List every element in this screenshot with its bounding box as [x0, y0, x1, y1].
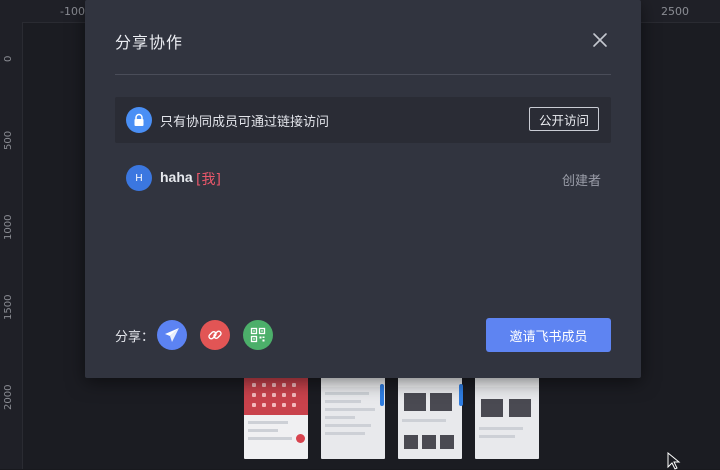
- artboard-thumbnail[interactable]: [244, 377, 308, 459]
- link-access-bar: 只有协同成员可通过链接访问 公开访问: [115, 97, 611, 143]
- mouse-cursor-icon: [667, 452, 681, 470]
- share-label: 分享：: [115, 330, 155, 345]
- qr-code-icon[interactable]: [243, 320, 273, 350]
- member-role: 创建者: [561, 174, 601, 189]
- paper-plane-icon[interactable]: [157, 320, 187, 350]
- access-description: 只有协同成员可通过链接访问: [160, 115, 330, 130]
- selection-marker: [459, 384, 463, 406]
- vertical-ruler: 0 500 1000 1500 2000: [0, 22, 23, 469]
- ruler-label: 0: [3, 55, 14, 62]
- dialog-title: 分享协作: [115, 33, 184, 52]
- avatar: H: [126, 165, 152, 191]
- ruler-label: 500: [3, 130, 14, 150]
- invite-lark-members-button[interactable]: 邀请飞书成员: [486, 318, 611, 352]
- title-divider: [115, 74, 611, 75]
- artboard-thumbnail[interactable]: [475, 377, 539, 459]
- artboard-thumbnail[interactable]: [398, 377, 462, 459]
- member-name: haha: [160, 169, 193, 185]
- public-access-button[interactable]: 公开访问: [529, 107, 599, 131]
- ruler-label: 1500: [3, 294, 14, 320]
- artboard-thumbnail[interactable]: [321, 377, 385, 459]
- ruler-label: 1000: [3, 214, 14, 240]
- me-tag: [我]: [196, 172, 221, 188]
- selection-marker: [380, 384, 384, 406]
- link-icon[interactable]: [200, 320, 230, 350]
- lock-icon: [126, 107, 152, 133]
- share-collaboration-dialog: 分享协作 只有协同成员可通过链接访问 公开访问 H haha [我] 创建者 分…: [85, 0, 641, 378]
- close-icon: [593, 33, 607, 47]
- ruler-label: 2500: [661, 5, 689, 18]
- member-row: H haha [我] 创建者: [115, 162, 611, 194]
- ruler-label: 2000: [3, 384, 14, 410]
- close-button[interactable]: [590, 30, 610, 50]
